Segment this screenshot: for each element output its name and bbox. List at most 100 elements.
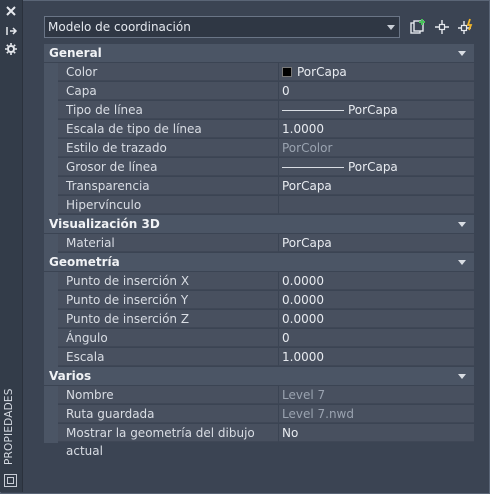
- close-icon[interactable]: [4, 4, 18, 18]
- selection-bar: Modelo de coordinación: [44, 16, 474, 40]
- property-value[interactable]: [278, 196, 474, 214]
- property-value-text: PorCapa: [282, 236, 332, 250]
- property-value[interactable]: Level 7: [278, 386, 474, 404]
- section-header[interactable]: Geometría: [44, 253, 474, 272]
- row-gutter: [44, 82, 58, 101]
- property-value-text: 0.0000: [282, 274, 324, 288]
- property-row: Punto de inserción Z 0.0000: [44, 310, 474, 329]
- quick-select-icon[interactable]: [457, 18, 475, 36]
- property-value[interactable]: 0.0000: [278, 291, 474, 309]
- property-value[interactable]: PorCapa: [278, 177, 474, 195]
- property-value-text: 0.0000: [282, 293, 324, 307]
- properties-grid: General Color PorCapa Capa 0 Tipo de línea Por…: [44, 44, 474, 458]
- row-gutter: [44, 424, 58, 443]
- palette-title: PROPIEDADES: [3, 388, 15, 465]
- property-value-text: 0: [282, 84, 290, 98]
- collapse-chevron-icon[interactable]: [458, 222, 466, 227]
- collapse-chevron-icon[interactable]: [458, 374, 466, 379]
- property-name: Hipervínculo: [58, 196, 278, 214]
- section-header[interactable]: General: [44, 44, 474, 63]
- property-value-text: Level 7: [282, 388, 326, 402]
- property-value-text: 1.0000: [282, 122, 324, 136]
- section-title: General: [49, 46, 102, 60]
- property-value[interactable]: 0.0000: [278, 272, 474, 290]
- toggle-pickadd-icon[interactable]: [409, 18, 427, 36]
- property-row: Hipervínculo: [44, 196, 474, 215]
- property-value[interactable]: PorCapa: [278, 63, 474, 81]
- property-row: Ángulo 0: [44, 329, 474, 348]
- property-name: Mostrar la geometría del dibujo actual: [58, 424, 278, 458]
- property-value-text: Level 7.nwd: [282, 407, 354, 421]
- property-name: Estilo de trazado: [58, 139, 278, 157]
- property-name: Escala de tipo de línea: [58, 120, 278, 138]
- property-row: Tipo de línea PorCapa: [44, 101, 474, 120]
- row-gutter: [44, 291, 58, 310]
- section-title: Varios: [49, 369, 92, 383]
- property-value[interactable]: PorCapa: [278, 158, 474, 176]
- property-value[interactable]: 1.0000: [278, 348, 474, 366]
- property-value[interactable]: 0: [278, 329, 474, 347]
- property-row: Punto de inserción Y 0.0000: [44, 291, 474, 310]
- select-objects-icon[interactable]: [433, 18, 451, 36]
- property-row: Material PorCapa: [44, 234, 474, 253]
- property-row: Mostrar la geometría del dibujo actual No: [44, 424, 474, 458]
- row-gutter: [44, 177, 58, 196]
- property-name: Material: [58, 234, 278, 252]
- property-row: Color PorCapa: [44, 63, 474, 82]
- auto-hide-icon[interactable]: [4, 24, 18, 38]
- property-name: Punto de inserción Y: [58, 291, 278, 309]
- row-gutter: [44, 405, 58, 424]
- property-value-text: PorColor: [282, 141, 333, 155]
- property-value[interactable]: 0.0000: [278, 310, 474, 328]
- palette-sidebar: PROPIEDADES: [0, 0, 23, 492]
- row-gutter: [44, 63, 58, 82]
- property-row: Ruta guardada Level 7.nwd: [44, 405, 474, 424]
- row-gutter: [44, 348, 58, 367]
- property-name: Grosor de línea: [58, 158, 278, 176]
- collapse-chevron-icon[interactable]: [458, 51, 466, 56]
- section-header[interactable]: Varios: [44, 367, 474, 386]
- section-header[interactable]: Visualización 3D: [44, 215, 474, 234]
- property-value[interactable]: PorColor: [278, 139, 474, 157]
- property-value[interactable]: 0: [278, 82, 474, 100]
- property-value-text: PorCapa: [348, 160, 398, 174]
- property-value-text: PorCapa: [348, 103, 398, 117]
- property-name: Capa: [58, 82, 278, 100]
- property-name: Transparencia: [58, 177, 278, 195]
- section-title: Geometría: [49, 255, 120, 269]
- row-gutter: [44, 234, 58, 253]
- color-swatch: [282, 67, 292, 77]
- object-type-select[interactable]: Modelo de coordinación: [44, 16, 400, 38]
- property-name: Escala: [58, 348, 278, 366]
- property-row: Punto de inserción X 0.0000: [44, 272, 474, 291]
- property-value[interactable]: PorCapa: [278, 234, 474, 252]
- linetype-preview: [282, 110, 344, 111]
- row-gutter: [44, 310, 58, 329]
- chevron-down-icon: [387, 25, 395, 30]
- linetype-preview: [282, 167, 344, 168]
- property-value-text: PorCapa: [297, 65, 347, 79]
- row-gutter: [44, 196, 58, 215]
- property-row: Escala 1.0000: [44, 348, 474, 367]
- row-gutter: [44, 139, 58, 158]
- section-title: Visualización 3D: [49, 217, 160, 231]
- row-gutter: [44, 386, 58, 405]
- property-value[interactable]: 1.0000: [278, 120, 474, 138]
- property-name: Nombre: [58, 386, 278, 404]
- property-value[interactable]: PorCapa: [278, 101, 474, 119]
- property-value[interactable]: Level 7.nwd: [278, 405, 474, 423]
- property-value[interactable]: No: [278, 424, 474, 442]
- row-gutter: [44, 120, 58, 139]
- property-name: Ruta guardada: [58, 405, 278, 423]
- property-row: Capa 0: [44, 82, 474, 101]
- collapse-chevron-icon[interactable]: [458, 260, 466, 265]
- property-name: Tipo de línea: [58, 101, 278, 119]
- property-name: Ángulo: [58, 329, 278, 347]
- settings-gear-icon[interactable]: [4, 42, 18, 56]
- property-value-text: 0.0000: [282, 312, 324, 326]
- property-name: Punto de inserción X: [58, 272, 278, 290]
- palette-menu-icon[interactable]: [4, 474, 17, 487]
- property-row: Estilo de trazado PorColor: [44, 139, 474, 158]
- property-value-text: 1.0000: [282, 350, 324, 364]
- row-gutter: [44, 329, 58, 348]
